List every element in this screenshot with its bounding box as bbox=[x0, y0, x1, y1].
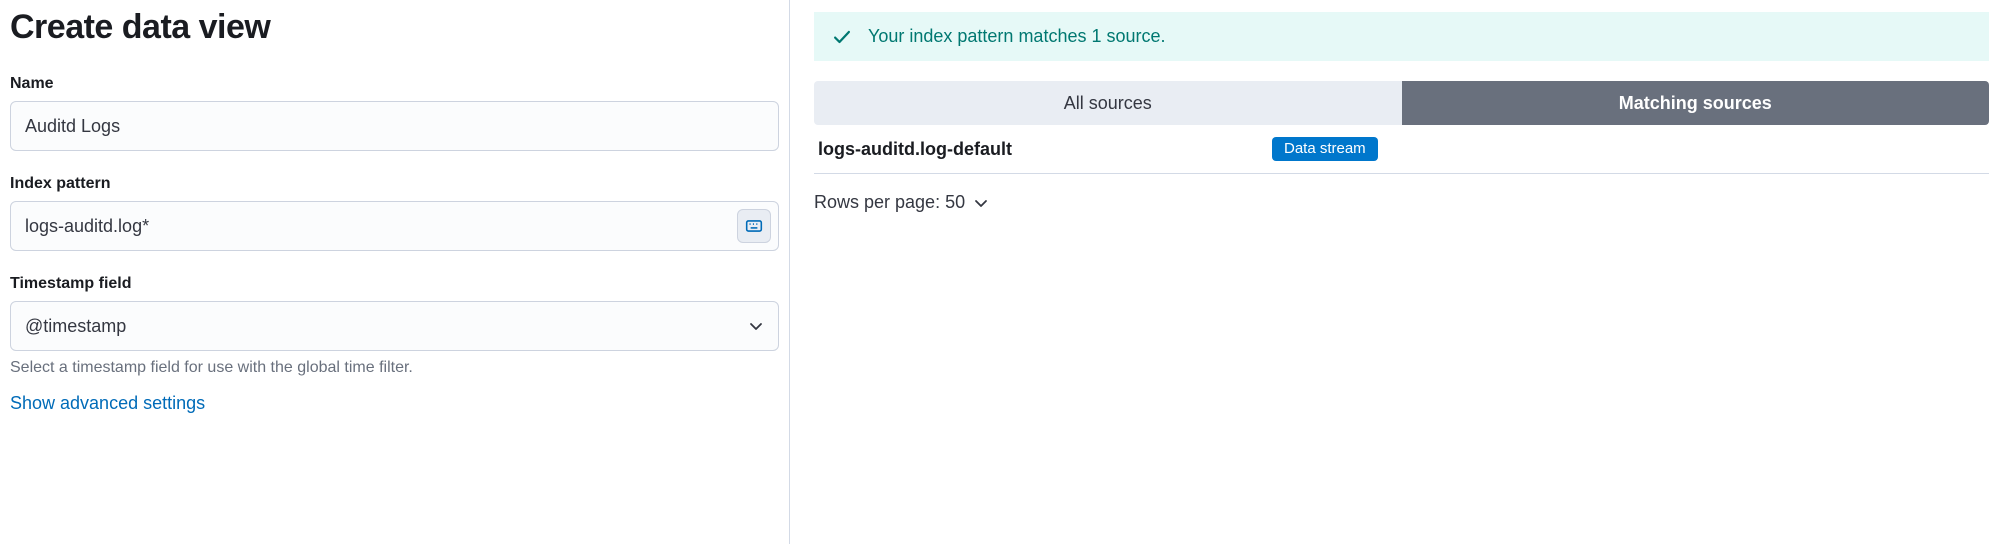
name-input[interactable] bbox=[10, 101, 779, 151]
index-pattern-field-group: Index pattern bbox=[10, 175, 779, 251]
source-tabs: All sources Matching sources bbox=[814, 81, 1989, 125]
callout-message: Your index pattern matches 1 source. bbox=[868, 26, 1166, 47]
match-callout: Your index pattern matches 1 source. bbox=[814, 12, 1989, 61]
index-pattern-input[interactable] bbox=[10, 201, 779, 251]
keyboard-icon bbox=[745, 217, 763, 235]
tab-all-sources[interactable]: All sources bbox=[814, 81, 1402, 125]
sources-panel: Your index pattern matches 1 source. All… bbox=[790, 0, 1999, 544]
timestamp-field-group: Timestamp field @timestamp Select a time… bbox=[10, 275, 779, 377]
show-advanced-link[interactable]: Show advanced settings bbox=[10, 393, 205, 414]
source-row: logs-auditd.log-default Data stream bbox=[814, 125, 1989, 174]
timestamp-help: Select a timestamp field for use with th… bbox=[10, 359, 779, 377]
timestamp-select[interactable]: @timestamp bbox=[10, 301, 779, 351]
timestamp-label: Timestamp field bbox=[10, 275, 779, 293]
name-field-group: Name bbox=[10, 75, 779, 151]
name-label: Name bbox=[10, 75, 779, 93]
index-pattern-label: Index pattern bbox=[10, 175, 779, 193]
page-title: Create data view bbox=[10, 8, 779, 47]
timestamp-value: @timestamp bbox=[25, 316, 126, 337]
tab-matching-sources[interactable]: Matching sources bbox=[1402, 81, 1990, 125]
form-panel: Create data view Name Index pattern Time… bbox=[0, 0, 790, 544]
rows-per-page-label: Rows per page: 50 bbox=[814, 192, 965, 213]
index-pattern-help-button[interactable] bbox=[737, 209, 771, 243]
chevron-down-icon bbox=[748, 318, 764, 334]
chevron-down-icon bbox=[973, 195, 989, 211]
rows-per-page-select[interactable]: Rows per page: 50 bbox=[814, 192, 989, 213]
check-icon bbox=[832, 27, 852, 47]
source-name: logs-auditd.log-default bbox=[818, 139, 1012, 160]
data-stream-badge: Data stream bbox=[1272, 137, 1378, 161]
